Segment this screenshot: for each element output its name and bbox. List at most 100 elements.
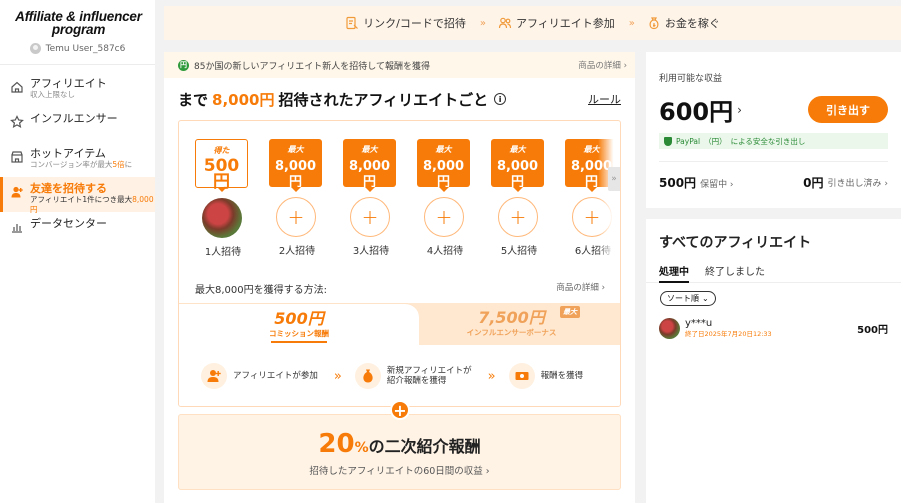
avatar — [659, 318, 680, 339]
reward-type-tabs: 500円 コミッション報酬 最大 7,500円 インフルエンサーボーナス — [179, 303, 620, 345]
brand-logo[interactable]: Affiliate & influencer program — [0, 0, 155, 37]
withdraw-button[interactable]: 引き出す — [808, 96, 888, 123]
flow-step-join: アフィリエイトが参加 — [201, 363, 318, 389]
secondary-title: 20%の二次紹介報酬 — [318, 429, 481, 459]
reward-badge: 最大 8,000円 — [417, 139, 470, 192]
scroll-right-icon[interactable]: » — [608, 167, 620, 191]
tab-label: コミッション報酬 — [269, 329, 329, 338]
affiliates-card: すべてのアフィリエイト 処理中 終了しました ソート順 ⌄ y***u 終了日2… — [646, 219, 901, 503]
step-label: リンク/コードで招待 — [363, 17, 466, 30]
revenue-card: 利用可能な収益 600円 › 引き出す PayPal （円） による安全な引き出… — [646, 52, 901, 208]
sidebar-item-label: インフルエンサー — [30, 112, 118, 125]
step-label: お金を稼ぐ — [664, 17, 720, 30]
user-info[interactable]: Temu User_587c6 — [0, 43, 155, 54]
product-details-link[interactable]: 商品の詳細 › — [578, 59, 627, 71]
tab-influencer-bonus[interactable]: 最大 7,500円 インフルエンサーボーナス — [401, 303, 620, 345]
star-icon — [10, 115, 24, 129]
page-title: まで 8,000円 招待されたアフィリエイトごと i ルール — [164, 78, 635, 120]
tier-label: 3人招待 — [352, 246, 390, 257]
sidebar-item-influencer[interactable]: インフルエンサー — [0, 107, 155, 142]
reward-badge: 最大 8,000円 — [491, 139, 544, 192]
tab-processing[interactable]: 処理中 — [659, 263, 689, 283]
reward-badge: 最大 8,000円 — [343, 139, 396, 192]
sidebar: Affiliate & influencer program Temu User… — [0, 0, 155, 503]
sidebar-item-label: アフィリエイト — [30, 77, 107, 90]
rules-link[interactable]: ルール — [588, 91, 621, 107]
sidebar-item-label: ホットアイテム — [30, 147, 106, 160]
tab-commission[interactable]: 500円 コミッション報酬 — [179, 303, 419, 345]
add-invitee-icon[interactable]: + — [498, 197, 538, 237]
paypal-text: による安全な引き出し — [730, 136, 806, 146]
sidebar-item-sub: 収入上限なし — [30, 90, 75, 99]
money-bag-icon — [649, 17, 659, 30]
affiliate-name: y***u — [685, 318, 713, 329]
howto-title: 最大8,000円を獲得する方法: — [195, 285, 327, 296]
tier-label: 2人招待 — [278, 246, 316, 257]
available-amount[interactable]: 600円 — [659, 92, 733, 127]
add-invitee-icon[interactable]: + — [424, 197, 464, 237]
yen-badge-icon: 円 — [178, 59, 189, 71]
affiliates-title: すべてのアフィリエイト — [659, 235, 812, 251]
tier-item[interactable]: 最大 8,000円 + 4人招待 — [417, 139, 473, 257]
sidebar-item-label: データセンター — [30, 217, 107, 230]
tier-label: 1人招待 — [204, 247, 242, 258]
withdrawn-balance[interactable]: 0円 引き出し済み › — [803, 174, 888, 191]
people-icon — [498, 17, 512, 29]
flow-step-referral: 新規アフィリエイトが 紹介報酬を獲得 — [354, 363, 472, 389]
sort-button[interactable]: ソート順 ⌄ — [660, 291, 716, 306]
title-suffix: 招待されたアフィリエイトごと — [278, 90, 489, 109]
secondary-subtitle-link[interactable]: 招待したアフィリエイトの60日間の収益 › — [179, 463, 620, 477]
sidebar-item-data-center[interactable]: データセンター — [0, 212, 155, 247]
sidebar-item-sub: コンバージョン率が最大5倍に — [30, 160, 133, 169]
sidebar-item-invite-friends[interactable]: 友達を招待する アフィリエイト1件につき最大8,000円 — [0, 177, 155, 214]
step-label: アフィリエイト参加 — [515, 17, 615, 30]
tab-finished[interactable]: 終了しました — [705, 263, 765, 278]
info-icon[interactable]: i — [494, 93, 507, 105]
flow-text: 新規アフィリエイトが 紹介報酬を獲得 — [386, 366, 472, 386]
sidebar-item-hot-items[interactable]: ホットアイテム コンバージョン率が最大5倍に — [0, 142, 155, 177]
flow-text: アフィリエイトが参加 — [233, 371, 318, 381]
cash-icon — [508, 363, 535, 389]
tier-label: 5人招待 — [500, 246, 538, 257]
paypal-notice: PayPal （円） による安全な引き出し — [659, 133, 888, 149]
step-affiliate-join: アフィリエイト参加 — [498, 15, 615, 31]
tiers-fade — [598, 139, 620, 259]
add-invitee-icon[interactable]: + — [276, 197, 316, 237]
title-amount: 8,000円 — [212, 90, 275, 109]
reward-badge: 最大 8,000円 — [269, 139, 322, 192]
tier-item[interactable]: 最大 8,000円 + 2人招待 — [269, 139, 325, 257]
flow-text: 報酬を獲得 — [540, 371, 584, 381]
link-code-icon — [346, 16, 359, 30]
paypal-unit: （円） — [704, 136, 727, 146]
tab-amount: 7,500円 — [478, 308, 545, 327]
sidebar-divider — [0, 64, 155, 65]
notice-text: 85か国の新しいアフィリエイト新人を招待して報酬を獲得 — [194, 61, 431, 72]
affiliates-tabs: 処理中 終了しました — [659, 263, 888, 283]
revenue-row: 600円 › 引き出す — [659, 92, 888, 127]
chevron-right-icon[interactable]: › — [737, 103, 742, 117]
howto-details-link[interactable]: 商品の詳細 › — [556, 281, 605, 296]
invite-main-card: 円 85か国の新しいアフィリエイト新人を招待して報酬を獲得 商品の詳細 › まで… — [164, 52, 635, 503]
chevron-down-icon: ⌄ — [702, 294, 709, 303]
tab-label: インフルエンサーボーナス — [466, 328, 557, 337]
chevrons-icon: » — [333, 368, 342, 384]
sort-label: ソート順 — [667, 294, 699, 303]
pending-balance[interactable]: 500円 保留中 › — [659, 174, 734, 191]
reward-tiers-panel: 得た 500円 1人招待 最大 8,000円 + 2人招待 最大 8,000円 + 3… — [178, 120, 621, 407]
person-add-icon — [201, 363, 227, 389]
invitee-avatar — [202, 198, 242, 238]
howto-header: 最大8,000円を獲得する方法: 商品の詳細 › — [195, 281, 605, 296]
tier-item[interactable]: 最大 8,000円 + 5人招待 — [491, 139, 547, 257]
user-name: Temu User_587c6 — [45, 43, 126, 54]
tier-item[interactable]: 得た 500円 1人招待 — [195, 139, 251, 258]
flow-step-earn: 報酬を獲得 — [508, 363, 584, 389]
money-bag-icon — [354, 363, 381, 389]
secondary-referral-card[interactable]: 20%の二次紹介報酬 招待したアフィリエイトの60日間の収益 › — [178, 414, 621, 490]
step-earn-money: お金を稼ぐ — [647, 15, 720, 31]
add-invitee-icon[interactable]: + — [350, 197, 390, 237]
sidebar-item-affiliate[interactable]: アフィリエイト 収入上限なし — [0, 72, 155, 107]
sidebar-nav: アフィリエイト 収入上限なし インフルエンサー ホットアイテム コンバージョン率が最… — [0, 72, 155, 247]
tier-item[interactable]: 最大 8,000円 + 3人招待 — [343, 139, 399, 257]
list-item[interactable]: y***u 終了日2025年7月20日12:33 500円 — [659, 318, 888, 339]
chevrons-icon: » — [479, 17, 486, 29]
